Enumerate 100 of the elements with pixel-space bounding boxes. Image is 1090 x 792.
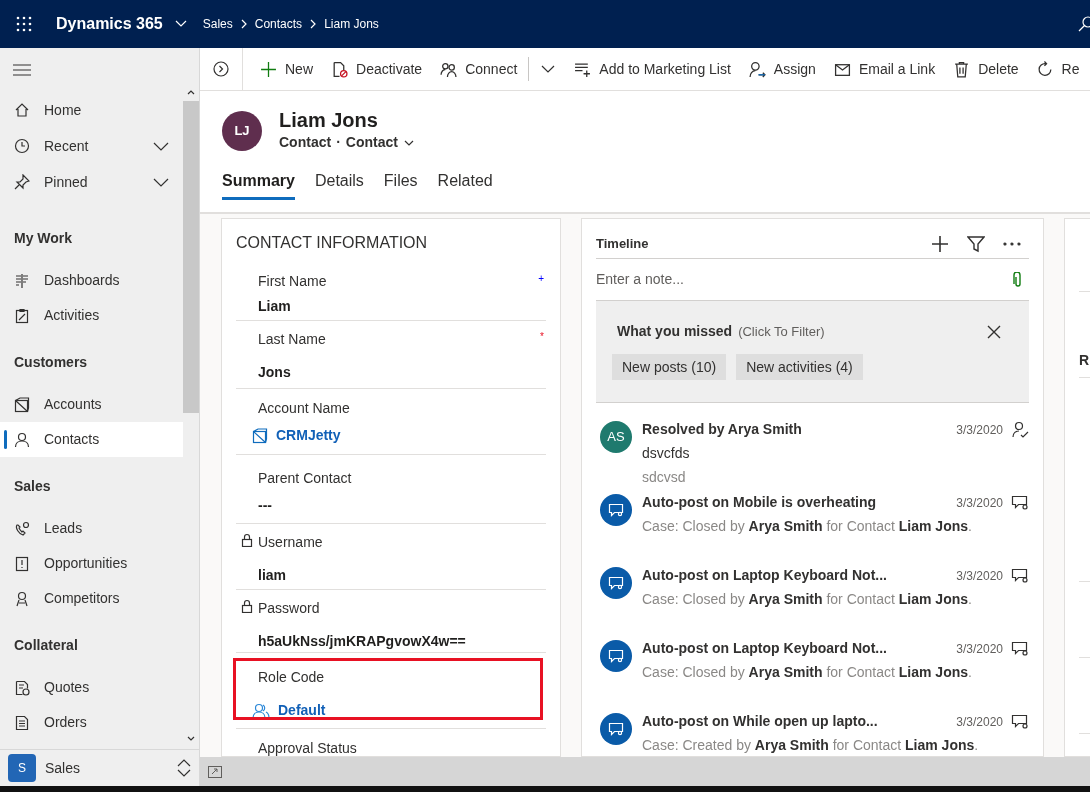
activity-title: Resolved by Arya Smith [642, 420, 803, 439]
recommended-mark: + [538, 272, 544, 286]
nav-item[interactable]: Leads [0, 511, 183, 546]
command-button[interactable]: Add to Marketing List [565, 48, 740, 90]
form-selector[interactable]: Contact [345, 132, 414, 153]
nav-item[interactable]: Dashboards [0, 263, 183, 298]
section-heading: Sales [13, 477, 52, 496]
chevron-down-icon[interactable] [153, 177, 169, 187]
breadcrumb[interactable]: Sales [202, 15, 233, 33]
scroll-up-icon[interactable] [187, 90, 195, 95]
document-clock-icon [14, 679, 30, 696]
nav-item[interactable]: Contacts [0, 422, 183, 457]
tab[interactable]: Related [437, 167, 493, 200]
filter-icon[interactable] [967, 234, 985, 253]
app-name[interactable]: Dynamics 365 [56, 12, 163, 36]
filter-hint[interactable]: (Click To Filter) [738, 321, 987, 342]
chevron-down-icon [541, 65, 556, 73]
entity-name: Contact [279, 133, 332, 152]
command-button[interactable]: Re [1027, 48, 1089, 90]
tab[interactable]: Summary [222, 167, 295, 200]
speech-bubble-gear-icon [1011, 713, 1029, 730]
activity-date: 3/3/2020 [956, 494, 1003, 512]
filter-chip[interactable]: New posts (10) [612, 354, 727, 380]
lookup-link[interactable]: Default [278, 700, 326, 721]
lookup-link[interactable]: CRMJetty [276, 425, 341, 446]
chevron-down-icon [403, 139, 414, 146]
plus-icon[interactable] [931, 234, 949, 253]
people-icon [440, 60, 458, 78]
command-button[interactable]: Deactivate [322, 48, 432, 90]
activity-description: sdcvsd [642, 468, 687, 487]
nav-item[interactable]: Recent [0, 128, 183, 164]
menu-icon[interactable] [13, 64, 31, 76]
activity-description: Case: Closed by Arya Smith for Contact Liam Jons. [642, 663, 973, 682]
nav-item[interactable]: Home [0, 92, 183, 128]
panel-title: Timeline [596, 234, 650, 253]
person-arrow-icon [748, 60, 766, 78]
command-button[interactable]: Assign [739, 48, 825, 90]
close-icon[interactable] [987, 324, 1001, 339]
field-label: Account Name [258, 399, 351, 418]
activity-date: 3/3/2020 [956, 421, 1003, 439]
activity-title: Auto-post on Laptop Keyboard Not... [642, 639, 888, 658]
refresh-icon [1036, 60, 1054, 78]
speech-bubble-icon [608, 722, 624, 736]
building-icon [252, 427, 268, 444]
field-value: Liam [258, 297, 291, 316]
tab[interactable]: Files [383, 167, 418, 200]
chevron-down-icon[interactable] [153, 141, 169, 151]
speech-bubble-icon [608, 576, 624, 590]
document-alert-icon [14, 555, 30, 572]
chevron-circle-icon[interactable] [213, 61, 229, 77]
field-label: Last Name [258, 330, 327, 349]
chevron-right-icon [310, 19, 317, 29]
nav-item[interactable]: Quotes [0, 670, 183, 705]
nav-item[interactable]: Activities [0, 298, 183, 333]
tab[interactable]: Details [314, 167, 364, 200]
command-button[interactable]: Delete [944, 48, 1028, 90]
command-button[interactable]: Connect [431, 48, 527, 90]
nav-item[interactable]: Pinned [0, 164, 183, 200]
speech-bubble-gear-icon [1011, 494, 1029, 511]
section-heading: Customers [13, 353, 89, 372]
person-check-icon [1011, 420, 1029, 439]
dashboard-icon [14, 272, 30, 289]
app-launcher-icon[interactable] [16, 16, 32, 32]
paperclip-icon[interactable] [1013, 271, 1023, 288]
activity-date: 3/3/2020 [956, 567, 1003, 585]
separator-dot: · [336, 133, 341, 152]
field-value: Jons [258, 363, 291, 382]
activity-date: 3/3/2020 [956, 640, 1003, 658]
filter-chip[interactable]: New activities (4) [736, 354, 863, 380]
speech-bubble-gear-icon [1011, 567, 1029, 584]
speech-bubble-gear-icon [1011, 640, 1029, 657]
nav-item[interactable]: Orders [0, 705, 183, 740]
nav-item[interactable]: Opportunities [0, 546, 183, 581]
field-label: Parent Contact [258, 469, 353, 488]
scrollbar-thumb[interactable] [183, 101, 199, 413]
avatar: LJ [222, 110, 262, 151]
search-icon[interactable] [1078, 16, 1090, 32]
area-badge: S [8, 754, 36, 782]
nav-item[interactable]: Accounts [0, 387, 183, 422]
breadcrumb[interactable]: Liam Jons [324, 15, 379, 33]
people-icon [252, 702, 270, 719]
field-label: Username [258, 533, 324, 552]
field-label: First Name [258, 272, 328, 291]
section-heading: My Work [13, 229, 74, 248]
command-button[interactable]: Email a Link [824, 48, 945, 90]
nav-item[interactable]: Competitors [0, 581, 183, 616]
scroll-down-icon[interactable] [187, 736, 195, 741]
pin-icon [14, 174, 30, 190]
selection-indicator [4, 430, 7, 449]
speech-bubble-icon [608, 649, 624, 663]
chevron-right-icon [240, 19, 247, 29]
more-icon[interactable] [1003, 241, 1021, 246]
command-button[interactable]: New [251, 48, 322, 90]
document-list-icon [14, 714, 30, 731]
note-input[interactable]: Enter a note... [596, 269, 1013, 290]
expand-icon[interactable] [208, 765, 222, 778]
field-value: h5aUkNss/jmKRAPgvowX4w== [258, 632, 466, 651]
activity-date: 3/3/2020 [956, 713, 1003, 731]
panel-title: What you missed [617, 322, 733, 341]
breadcrumb[interactable]: Contacts [254, 15, 303, 33]
